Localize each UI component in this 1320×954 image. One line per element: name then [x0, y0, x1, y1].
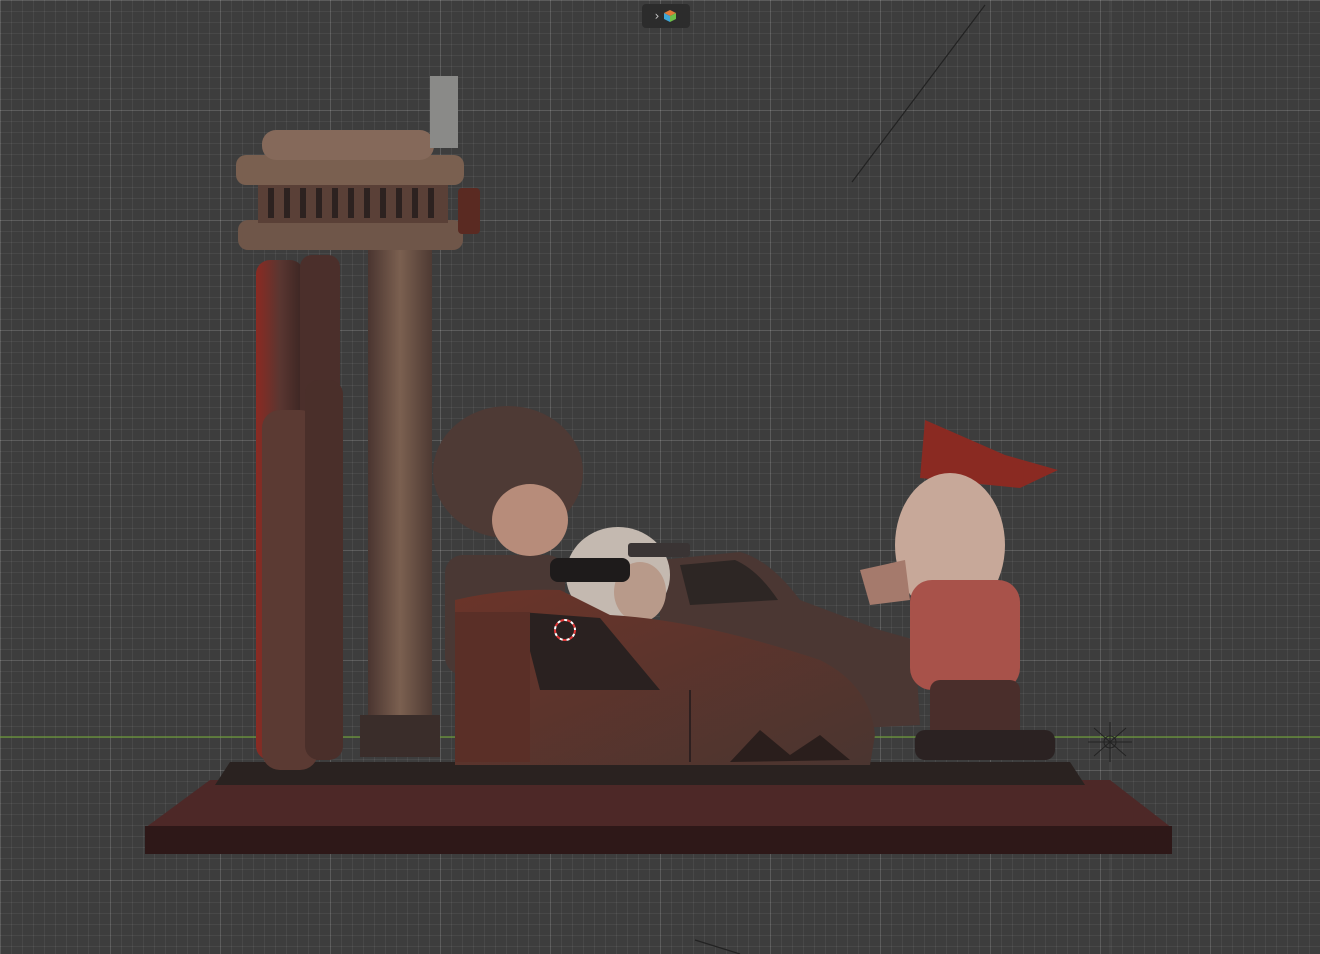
tower-roof-dome: [262, 130, 434, 160]
tower-column-base: [360, 715, 440, 757]
3d-viewport[interactable]: ›: [0, 0, 1320, 954]
bottom-guide-line: [694, 939, 741, 954]
light-object-icon[interactable]: [1088, 722, 1132, 762]
boy-arm: [550, 558, 630, 582]
zombie-hand: [860, 560, 910, 605]
ground-slab: [215, 762, 1085, 785]
pistol: [628, 543, 690, 557]
tower-antenna: [430, 76, 458, 148]
boy-face: [492, 484, 568, 556]
tower-column: [368, 250, 432, 740]
scene-render: [0, 0, 1320, 954]
tower-lamp: [458, 188, 480, 234]
light-direction-line: [851, 4, 986, 183]
base-top: [145, 780, 1172, 828]
front-car-door: [455, 612, 530, 762]
base-front: [145, 826, 1172, 854]
tower-cap-ring: [238, 220, 463, 250]
zombie-torso: [910, 580, 1020, 690]
ruin-block-4: [305, 380, 343, 760]
zombie-shoes: [915, 730, 1055, 760]
